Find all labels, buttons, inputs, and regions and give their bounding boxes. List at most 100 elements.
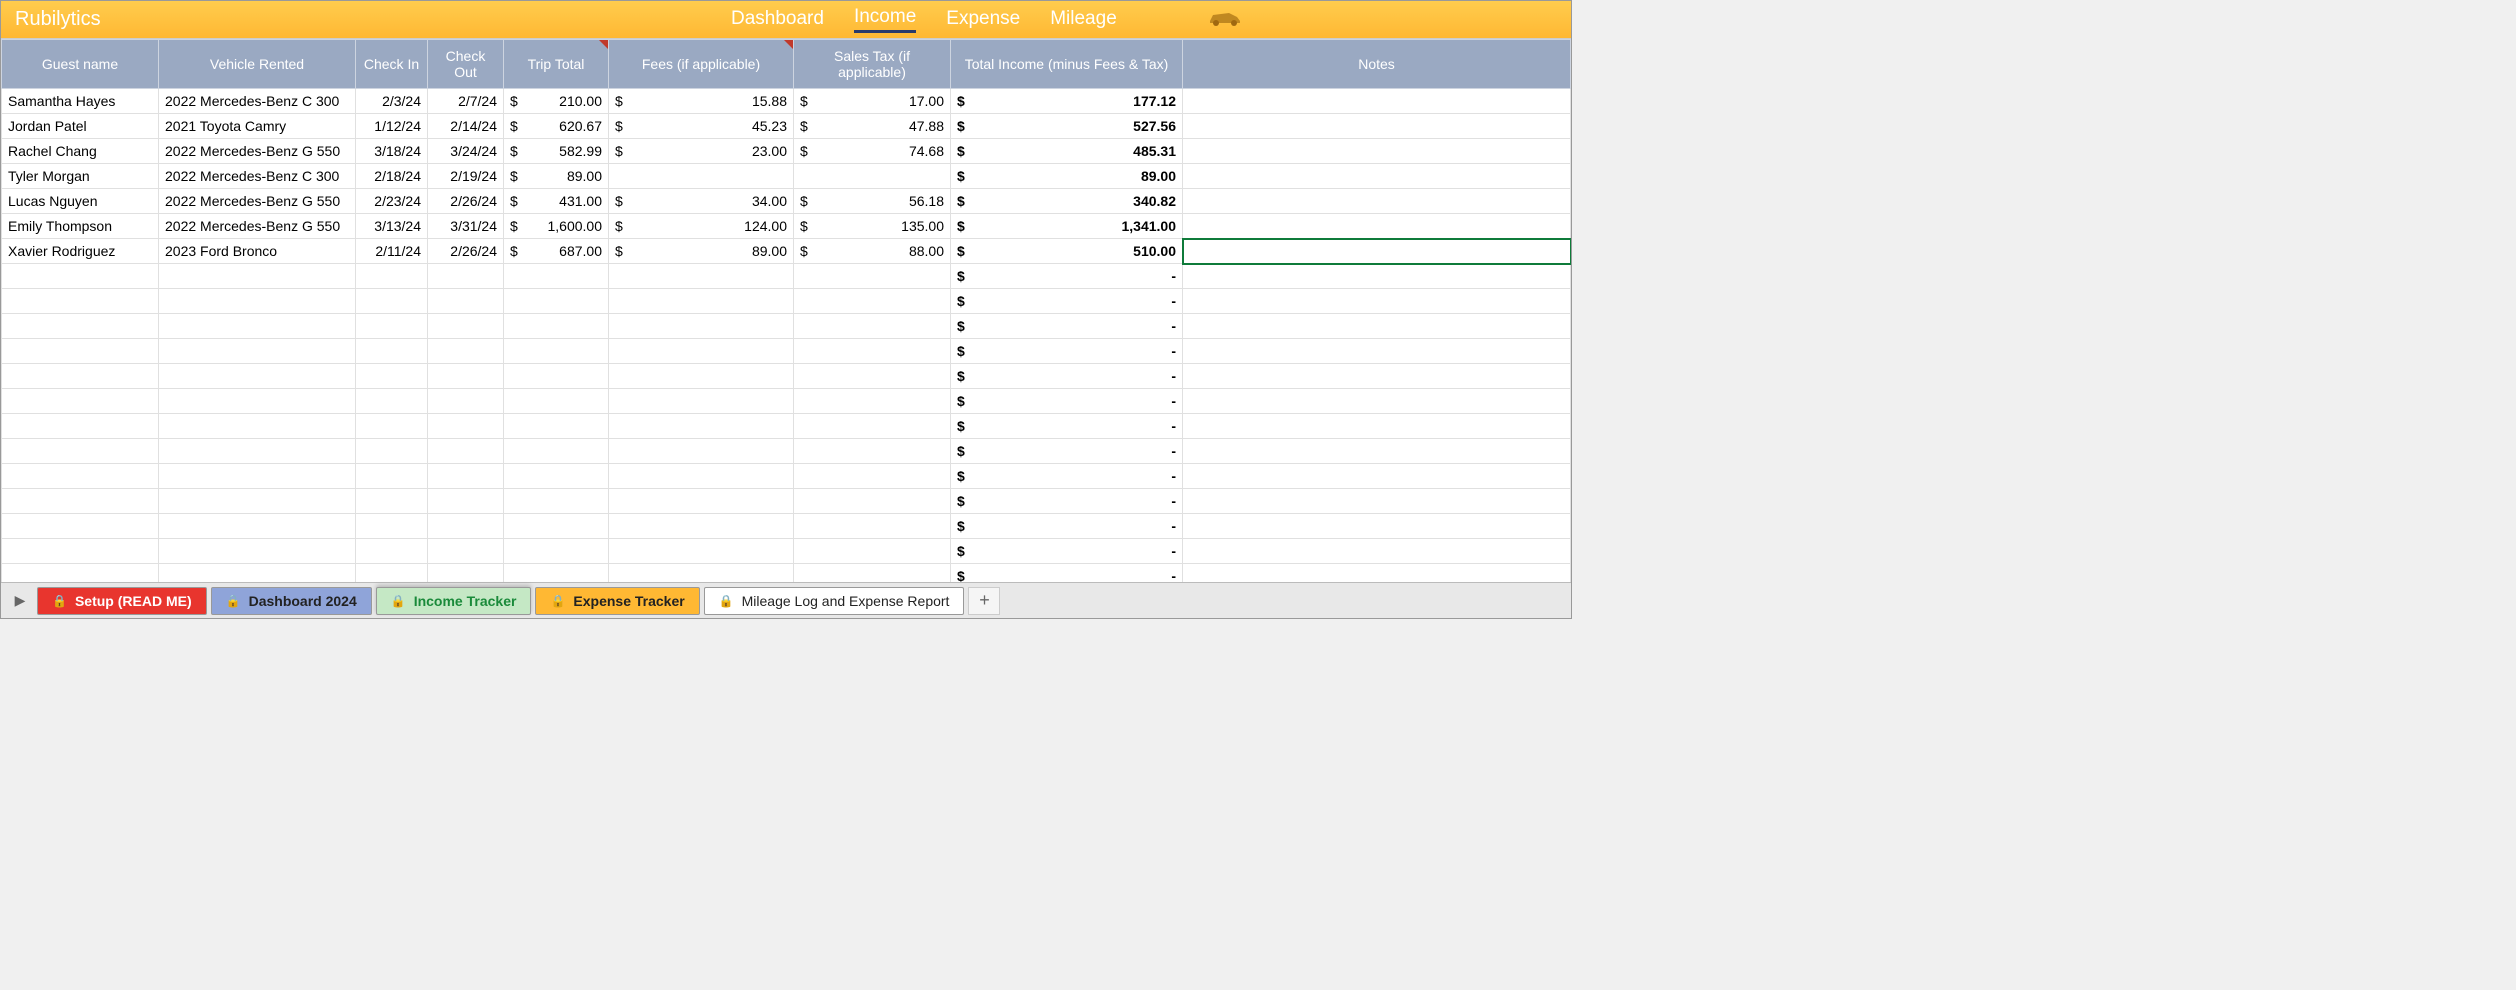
cell[interactable] [2, 314, 159, 339]
cell[interactable] [504, 514, 609, 539]
col-header-vehicle[interactable]: Vehicle Rented [159, 40, 356, 89]
cell[interactable] [428, 539, 504, 564]
cell[interactable] [794, 414, 951, 439]
cell[interactable] [1183, 314, 1571, 339]
cell[interactable] [609, 539, 794, 564]
cell[interactable]: $620.67 [504, 114, 609, 139]
cell[interactable] [2, 439, 159, 464]
cell[interactable] [428, 339, 504, 364]
cell[interactable] [1183, 339, 1571, 364]
note-indicator-icon[interactable] [784, 40, 793, 49]
cell[interactable] [609, 389, 794, 414]
cell[interactable]: $210.00 [504, 89, 609, 114]
cell[interactable]: $- [951, 339, 1183, 364]
cell[interactable] [794, 564, 951, 583]
cell[interactable]: $- [951, 289, 1183, 314]
cell[interactable] [609, 339, 794, 364]
cell[interactable] [356, 489, 428, 514]
cell[interactable] [2, 489, 159, 514]
cell[interactable] [609, 164, 794, 189]
cell[interactable] [1183, 564, 1571, 583]
cell[interactable] [609, 364, 794, 389]
cell[interactable]: $45.23 [609, 114, 794, 139]
cell[interactable] [2, 339, 159, 364]
cell[interactable] [2, 564, 159, 583]
cell[interactable] [428, 289, 504, 314]
cell[interactable]: $135.00 [794, 214, 951, 239]
cell[interactable] [356, 464, 428, 489]
cell[interactable]: $- [951, 314, 1183, 339]
cell[interactable] [1183, 364, 1571, 389]
cell-checkout[interactable]: 2/7/24 [428, 89, 504, 114]
cell[interactable]: $34.00 [609, 189, 794, 214]
cell[interactable]: $- [951, 564, 1183, 583]
cell[interactable] [794, 339, 951, 364]
cell[interactable]: $1,600.00 [504, 214, 609, 239]
cell[interactable] [159, 414, 356, 439]
sheet-tab-expense[interactable]: 🔒 Expense Tracker [535, 587, 699, 615]
cell[interactable] [428, 389, 504, 414]
cell[interactable] [2, 539, 159, 564]
cell[interactable]: $74.68 [794, 139, 951, 164]
cell[interactable] [504, 464, 609, 489]
cell[interactable] [1183, 539, 1571, 564]
add-sheet-button[interactable]: + [968, 587, 1000, 615]
cell[interactable] [2, 414, 159, 439]
cell[interactable]: $340.82 [951, 189, 1183, 214]
sheet-tab-setup[interactable]: 🔒 Setup (READ ME) [37, 587, 207, 615]
cell[interactable] [1183, 264, 1571, 289]
cell[interactable] [794, 314, 951, 339]
cell[interactable] [356, 339, 428, 364]
cell[interactable] [356, 389, 428, 414]
cell[interactable] [794, 164, 951, 189]
cell[interactable] [609, 489, 794, 514]
cell-checkin[interactable]: 2/23/24 [356, 189, 428, 214]
cell-checkout[interactable]: 2/14/24 [428, 114, 504, 139]
cell[interactable] [356, 289, 428, 314]
cell[interactable] [2, 389, 159, 414]
cell[interactable]: $89.00 [609, 239, 794, 264]
cell[interactable] [794, 489, 951, 514]
cell-checkout[interactable]: 2/19/24 [428, 164, 504, 189]
cell[interactable]: $431.00 [504, 189, 609, 214]
sheet-tab-dashboard[interactable]: 🔒 Dashboard 2024 [211, 587, 372, 615]
cell[interactable] [428, 489, 504, 514]
cell-vehicle[interactable]: 2021 Toyota Camry [159, 114, 356, 139]
cell[interactable] [159, 339, 356, 364]
cell[interactable] [2, 364, 159, 389]
cell-checkin[interactable]: 2/11/24 [356, 239, 428, 264]
cell[interactable] [609, 464, 794, 489]
cell-checkout[interactable]: 2/26/24 [428, 239, 504, 264]
cell-notes[interactable] [1183, 114, 1571, 139]
cell[interactable] [609, 414, 794, 439]
cell[interactable] [428, 314, 504, 339]
nav-tab-dashboard[interactable]: Dashboard [731, 8, 824, 32]
col-header-fees[interactable]: Fees (if applicable) [609, 40, 794, 89]
cell-checkin[interactable]: 2/3/24 [356, 89, 428, 114]
cell[interactable]: $485.31 [951, 139, 1183, 164]
cell[interactable] [2, 464, 159, 489]
table-container[interactable]: Guest name Vehicle Rented Check In Check… [1, 38, 1571, 582]
cell-notes[interactable] [1183, 139, 1571, 164]
cell[interactable] [356, 564, 428, 583]
cell[interactable] [504, 564, 609, 583]
cell-checkin[interactable]: 2/18/24 [356, 164, 428, 189]
cell[interactable]: $- [951, 489, 1183, 514]
cell[interactable] [504, 339, 609, 364]
cell[interactable] [1183, 439, 1571, 464]
nav-tab-mileage[interactable]: Mileage [1050, 8, 1117, 32]
cell[interactable]: $23.00 [609, 139, 794, 164]
cell[interactable] [609, 439, 794, 464]
cell[interactable] [794, 539, 951, 564]
cell[interactable] [504, 364, 609, 389]
cell-notes[interactable] [1183, 189, 1571, 214]
cell[interactable] [794, 364, 951, 389]
cell-notes[interactable] [1183, 89, 1571, 114]
cell[interactable]: $177.12 [951, 89, 1183, 114]
cell[interactable]: $- [951, 539, 1183, 564]
cell-vehicle[interactable]: 2022 Mercedes-Benz G 550 [159, 214, 356, 239]
cell[interactable] [159, 464, 356, 489]
cell[interactable] [2, 264, 159, 289]
cell[interactable] [504, 389, 609, 414]
sheet-nav-arrow[interactable]: ▶ [7, 588, 33, 614]
